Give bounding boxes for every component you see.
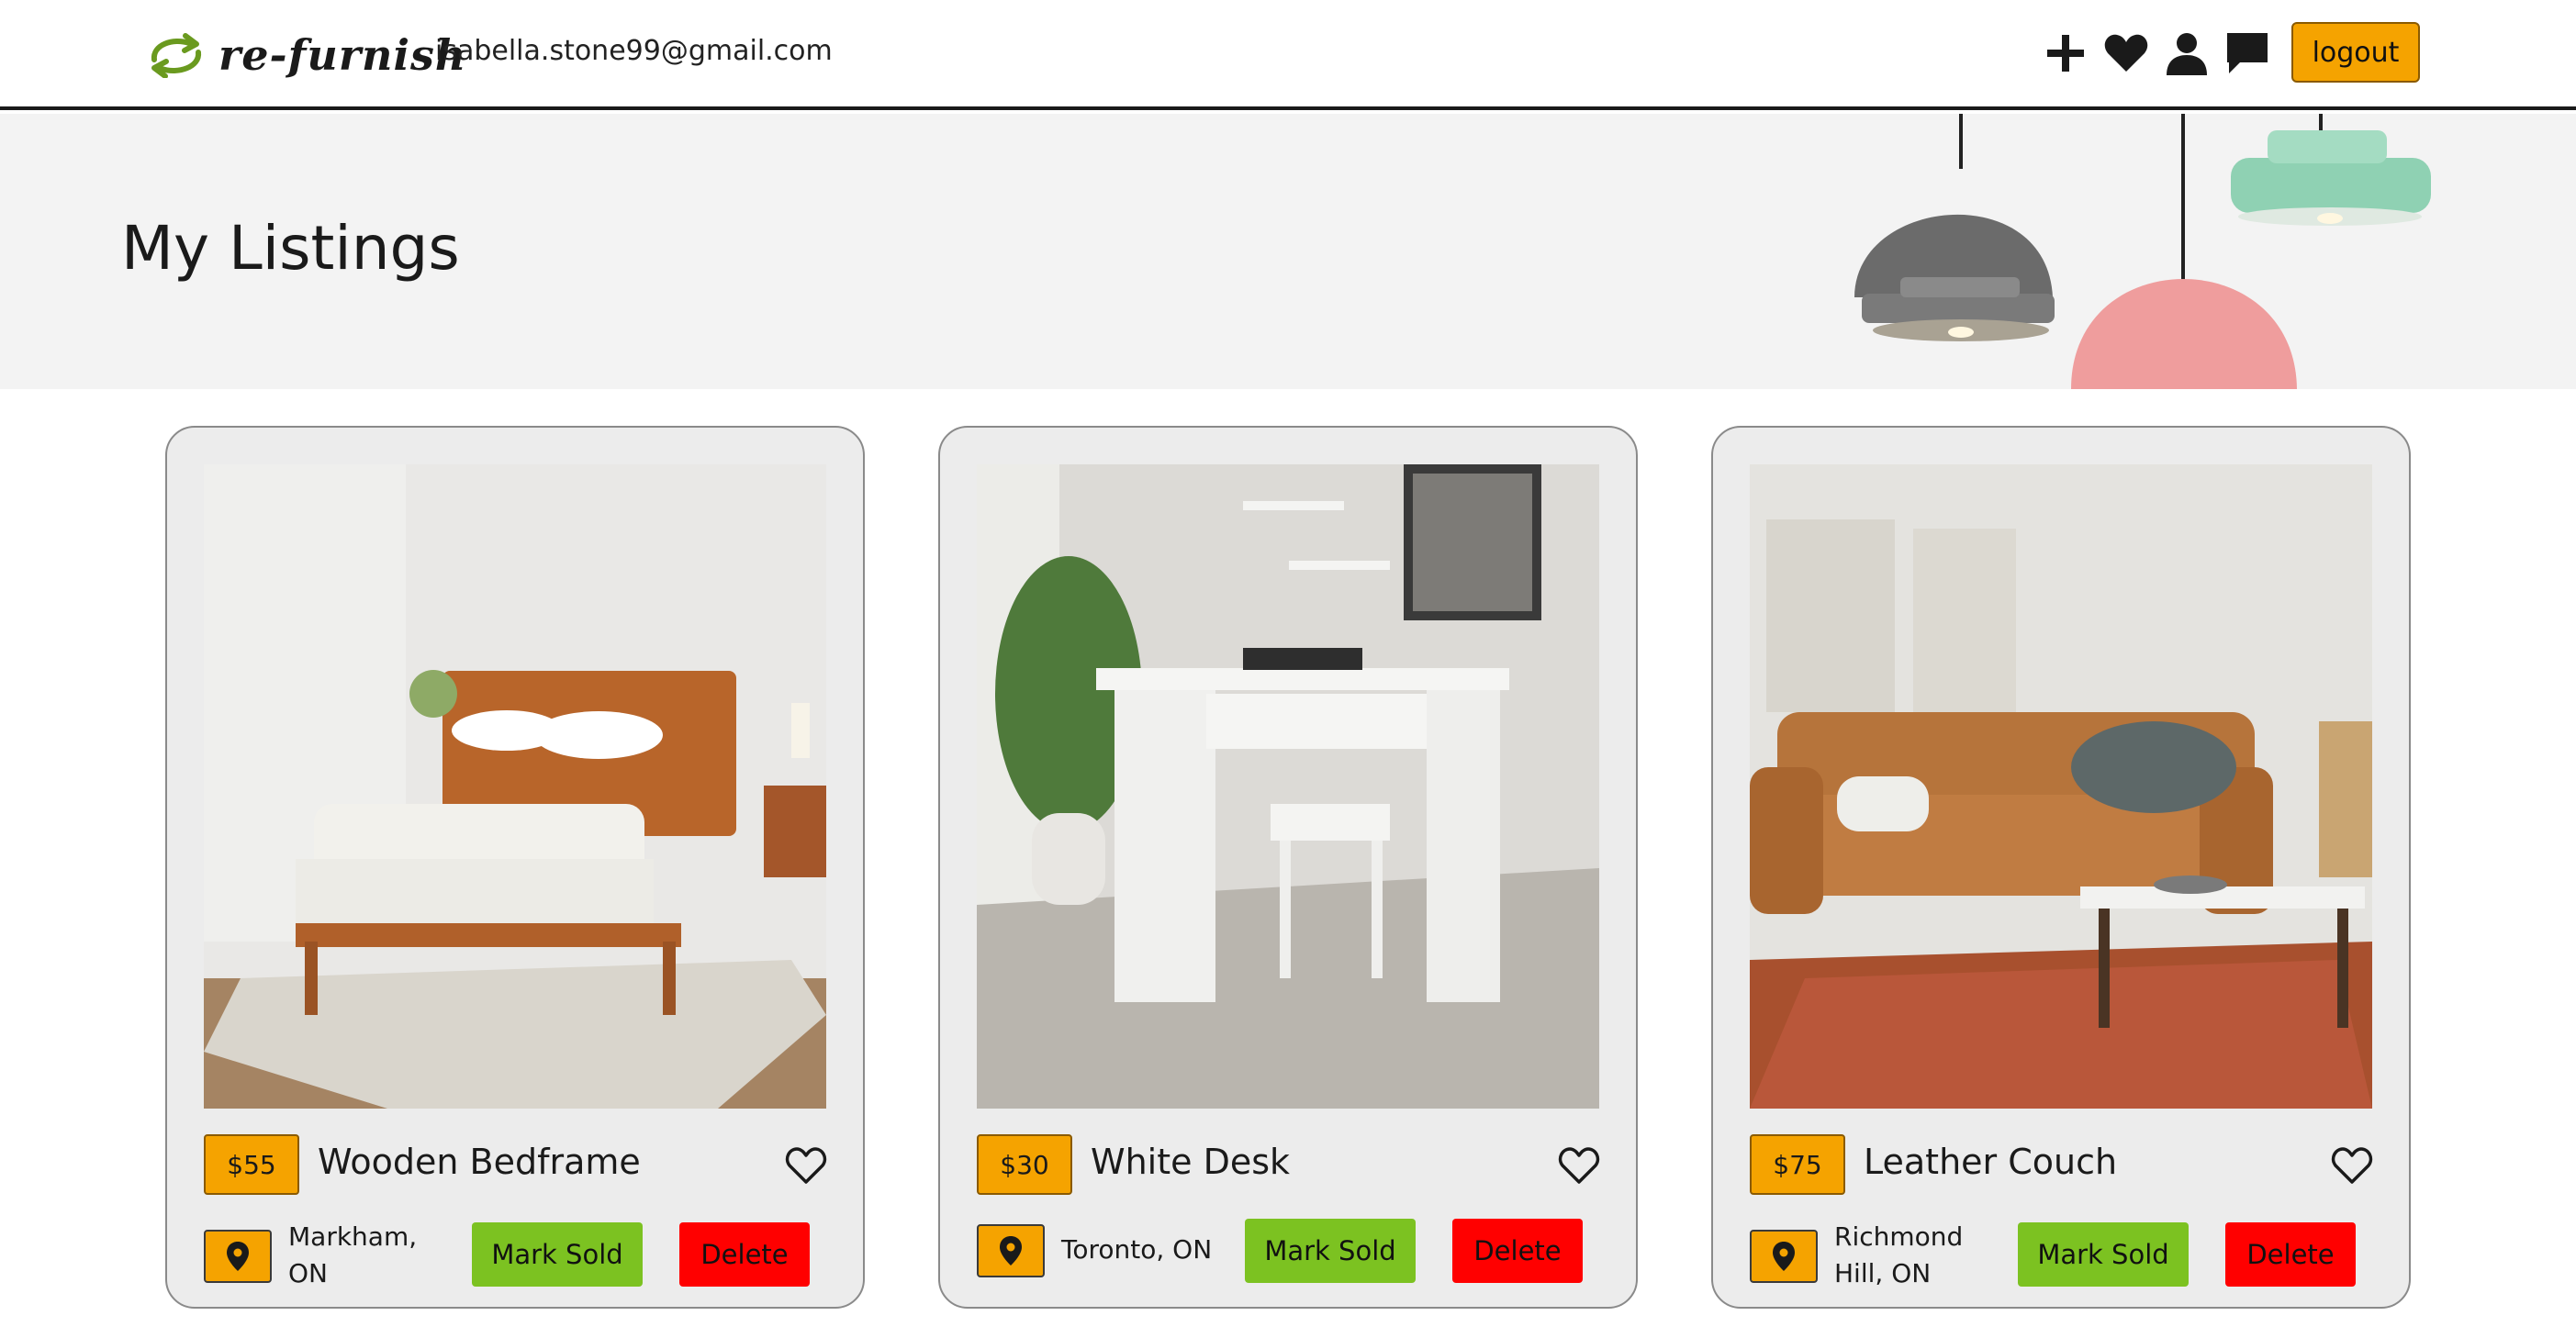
profile-button[interactable] (2161, 26, 2212, 81)
price-badge: $30 (977, 1134, 1072, 1195)
listing-card[interactable]: $30 White Desk Toronto, ON Mark Sold Del… (938, 426, 1638, 1309)
favorite-heart-icon[interactable] (1557, 1145, 1601, 1186)
listing-title[interactable]: Wooden Bedframe (318, 1142, 641, 1182)
map-pin-icon (1773, 1242, 1795, 1271)
map-pin-icon (1000, 1236, 1022, 1266)
location-badge (1750, 1230, 1818, 1283)
mark-sold-button[interactable]: Mark Sold (1245, 1219, 1416, 1283)
brand-name: re-furnish (218, 30, 467, 80)
add-listing-button[interactable] (2040, 26, 2091, 81)
listing-image-bedframe[interactable] (204, 464, 826, 1109)
page-banner: My Listings (0, 114, 2576, 389)
location-badge (204, 1230, 272, 1283)
top-nav-bar: re-furnish isabella.stone99@gmail.com lo… (0, 0, 2576, 110)
delete-button[interactable]: Delete (2225, 1222, 2356, 1287)
logout-button[interactable]: logout (2291, 22, 2420, 83)
listing-location: Richmond Hill, ON (1834, 1221, 1964, 1288)
listing-title[interactable]: Leather Couch (1864, 1142, 2117, 1182)
bedframe-photo (204, 464, 826, 1109)
page-title: My Listings (121, 213, 460, 284)
mark-sold-button[interactable]: Mark Sold (2018, 1222, 2189, 1287)
chat-icon (2227, 33, 2268, 73)
listing-card[interactable]: $75 Leather Couch Richmond Hill, ON Mark… (1711, 426, 2411, 1309)
user-email: isabella.stone99@gmail.com (435, 35, 833, 67)
listing-card[interactable]: $55 Wooden Bedframe Markham, ON Mark Sol… (165, 426, 865, 1309)
couch-photo (1750, 464, 2372, 1109)
heart-icon (2104, 34, 2148, 72)
plus-icon (2047, 35, 2084, 72)
favorites-button[interactable] (2100, 26, 2152, 81)
desk-photo (977, 464, 1599, 1109)
delete-button[interactable]: Delete (679, 1222, 810, 1287)
location-badge (977, 1224, 1045, 1277)
pendant-lamps-illustration (1854, 114, 2431, 389)
favorite-heart-icon[interactable] (784, 1145, 828, 1186)
user-icon (2167, 33, 2207, 75)
price-badge: $75 (1750, 1134, 1845, 1195)
map-pin-icon (227, 1242, 249, 1271)
brand-logo[interactable]: re-furnish (145, 26, 466, 84)
favorite-heart-icon[interactable] (2330, 1145, 2374, 1186)
listing-location: Markham, ON (288, 1221, 418, 1288)
listing-title[interactable]: White Desk (1091, 1142, 1290, 1182)
price-badge: $55 (204, 1134, 299, 1195)
delete-button[interactable]: Delete (1452, 1219, 1583, 1283)
listing-image-couch[interactable] (1750, 464, 2372, 1109)
mark-sold-button[interactable]: Mark Sold (472, 1222, 643, 1287)
listing-location: Toronto, ON (1061, 1234, 1213, 1265)
messages-button[interactable] (2222, 26, 2273, 81)
recycle-arrows-icon (151, 33, 201, 78)
listing-image-desk[interactable] (977, 464, 1599, 1109)
